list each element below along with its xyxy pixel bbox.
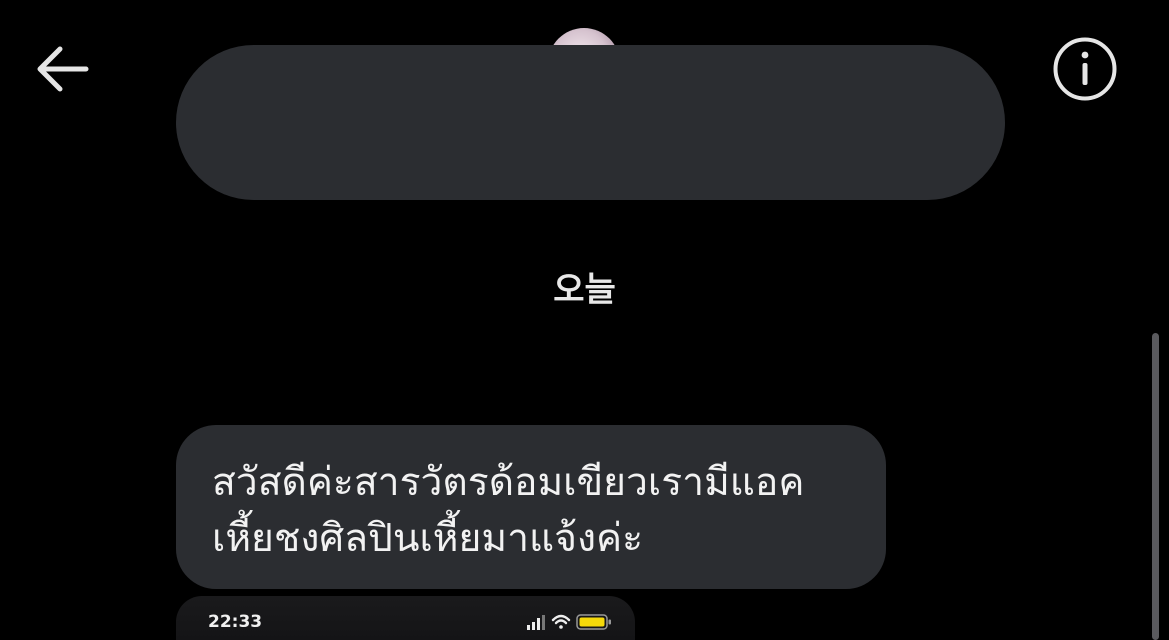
- chat-screen: 오늘 สวัสดีค่ะสารวัตรด้อมเขียวเรามีแอค เหี…: [0, 0, 1169, 640]
- arrow-left-icon: [37, 46, 89, 92]
- wifi-icon: [551, 614, 571, 629]
- message-text-line-1: สวัสดีค่ะสารวัตรด้อมเขียวเรามีแอค: [212, 460, 805, 505]
- message-text-line-2: เหี้ยชงศิลปินเหี้ยมาแจ้งค่ะ: [212, 516, 644, 561]
- status-bar-icons: [527, 614, 611, 630]
- info-button[interactable]: [1052, 36, 1118, 102]
- date-separator: 오늘: [553, 270, 616, 310]
- info-circle-icon: [1053, 37, 1117, 101]
- image-attachment[interactable]: 22:33: [176, 596, 635, 640]
- message-bubble[interactable]: สวัสดีค่ะสารวัตรด้อมเขียวเรามีแอค เหี้ยช…: [176, 425, 886, 589]
- back-button[interactable]: [30, 40, 94, 98]
- attachment-status-time: 22:33: [208, 612, 263, 632]
- battery-icon: [576, 614, 611, 630]
- scrollbar[interactable]: [1152, 333, 1159, 640]
- signal-icon: [527, 615, 545, 630]
- redacted-header-block: [176, 45, 1005, 200]
